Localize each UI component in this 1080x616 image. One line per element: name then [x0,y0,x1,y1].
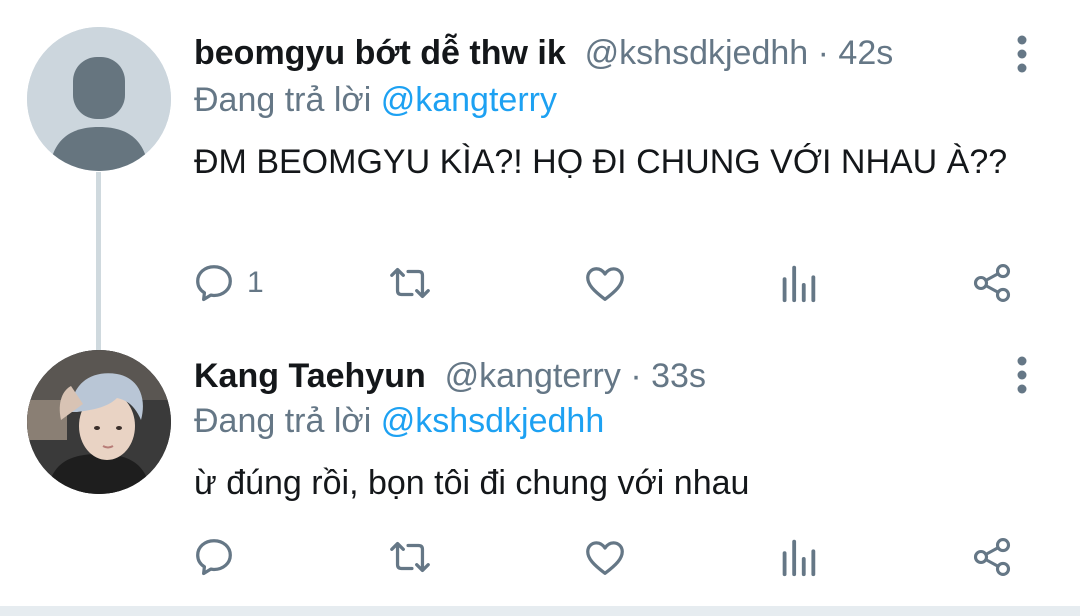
retweet-button[interactable] [385,532,435,582]
tweet-header: Kang Taehyun @kangterry · 33s [194,356,706,396]
replying-to: Đang trả lời @kshsdkjedhh [194,401,604,441]
like-button[interactable] [582,532,628,582]
reply-icon [196,265,232,302]
reply-button[interactable] [191,532,247,582]
tweet[interactable]: Kang Taehyun @kangterry · 33s Đang trả l… [0,335,1080,616]
more-options-icon [1017,35,1027,73]
reply-button[interactable]: 1 [191,258,264,308]
user-handle[interactable]: @kangterry [445,357,621,395]
avatar[interactable] [27,27,171,171]
retweet-icon [390,267,430,299]
share-icon [973,264,1011,302]
tweet-text: ĐM BEOMGYU KÌA?! HỌ ĐI CHUNG VỚI NHAU À?… [194,143,1008,181]
user-handle[interactable]: @kshsdkjedhh [585,34,809,72]
analytics-icon [782,539,816,577]
mention-link[interactable]: @kshsdkjedhh [381,402,605,440]
action-bar: 1 [0,258,1080,308]
timestamp[interactable]: 33s [651,357,706,395]
share-button[interactable] [970,532,1014,582]
retweet-icon [390,541,430,573]
display-name[interactable]: Kang Taehyun [194,357,426,395]
like-icon [586,541,624,575]
replying-to-label: Đang trả lời [194,402,372,440]
tweet-header: beomgyu bớt dễ thw ik @kshsdkjedhh · 42s [194,33,893,73]
reply-icon [196,539,232,576]
like-icon [586,267,624,301]
analytics-button[interactable] [778,258,818,308]
tweet-text: ừ đúng rồi, bọn tôi đi chung với nhau [194,464,750,502]
replying-to-label: Đang trả lời [194,81,372,119]
replying-to: Đang trả lời @kangterry [194,80,557,120]
mention-link[interactable]: @kangterry [381,81,557,119]
separator-dot: · [630,357,642,395]
default-avatar-icon [27,27,171,171]
reply-count: 1 [247,266,264,299]
tweet[interactable]: beomgyu bớt dễ thw ik @kshsdkjedhh · 42s… [0,0,1080,335]
analytics-icon [782,265,816,303]
retweet-button[interactable] [385,258,435,308]
timestamp[interactable]: 42s [838,34,893,72]
analytics-button[interactable] [778,532,818,582]
separator-dot: · [817,34,829,72]
more-options-button[interactable] [1005,34,1039,74]
more-options-icon [1017,356,1027,394]
action-bar [0,532,1080,582]
timeline-divider [0,606,1080,616]
like-button[interactable] [582,258,628,308]
profile-photo-icon [27,350,171,494]
share-icon [973,538,1011,576]
share-button[interactable] [970,258,1014,308]
display-name[interactable]: beomgyu bớt dễ thw ik [194,34,566,72]
more-options-button[interactable] [1005,355,1039,395]
avatar[interactable] [27,350,171,494]
